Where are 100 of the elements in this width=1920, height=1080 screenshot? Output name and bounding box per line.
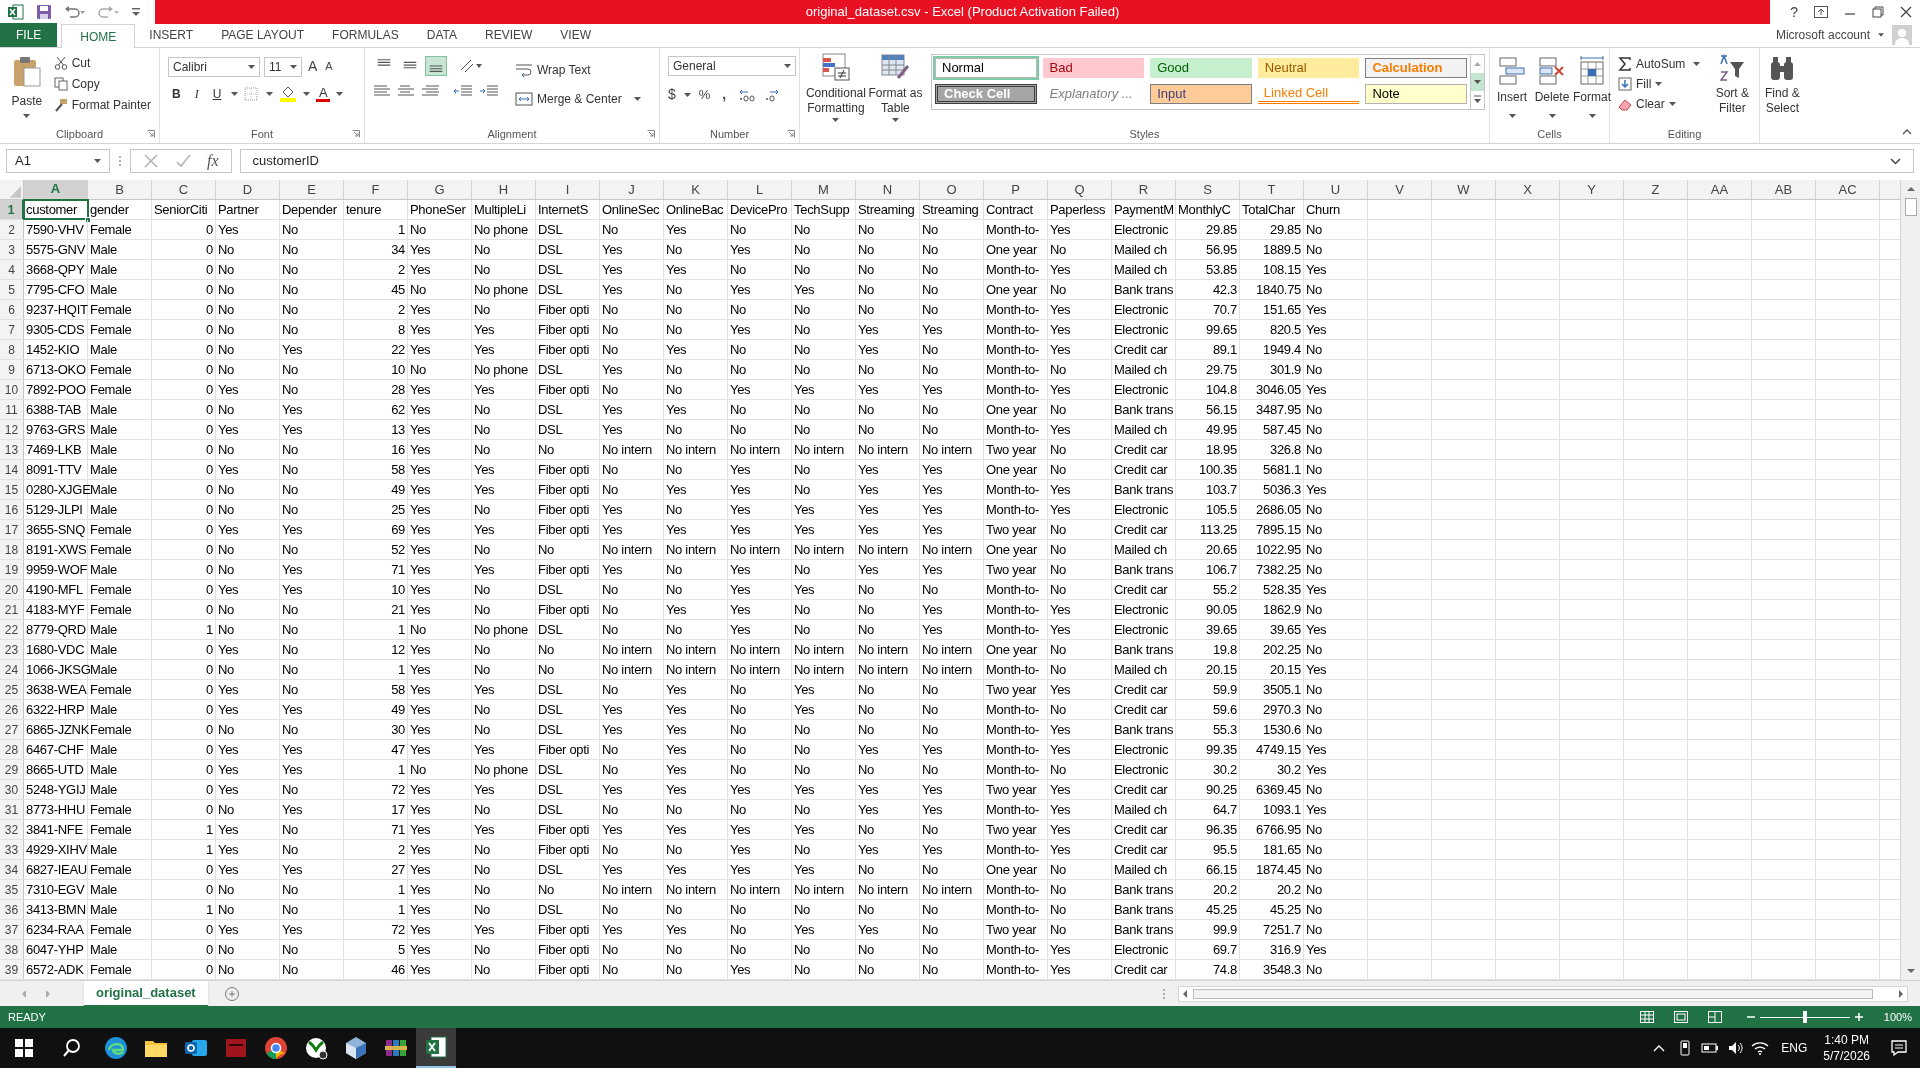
new-sheet-icon[interactable] xyxy=(223,985,240,1002)
language-indicator[interactable]: ENG xyxy=(1781,1039,1808,1057)
row-header[interactable]: 10 xyxy=(0,380,24,399)
caret-icon[interactable] xyxy=(94,159,101,163)
close-icon[interactable] xyxy=(1900,6,1912,18)
caret-icon[interactable] xyxy=(336,92,344,96)
row-header[interactable]: 7 xyxy=(0,320,24,339)
merge-center-button[interactable]: Merge & Center xyxy=(511,89,645,108)
caret-icon[interactable] xyxy=(891,118,899,122)
currency-button[interactable]: $ xyxy=(668,84,676,105)
caret-icon[interactable] xyxy=(303,92,311,96)
dialog-launcher-icon[interactable] xyxy=(147,130,155,138)
shrink-font-button[interactable]: A xyxy=(323,58,335,75)
column-header[interactable]: J xyxy=(600,180,664,199)
name-box[interactable]: A1 xyxy=(6,149,110,173)
row-header[interactable]: 26 xyxy=(0,700,24,719)
caret-icon[interactable] xyxy=(266,92,274,96)
column-header[interactable]: AB xyxy=(1752,180,1816,199)
column-header[interactable]: X xyxy=(1496,180,1560,199)
find-select-button[interactable]: Find & Select xyxy=(1760,54,1805,125)
caret-icon[interactable] xyxy=(248,64,255,69)
caret-icon[interactable] xyxy=(1693,61,1701,66)
format-as-table-button[interactable]: Format as Table xyxy=(867,52,923,125)
caret-icon[interactable] xyxy=(633,96,641,101)
row-header[interactable]: 15 xyxy=(0,480,24,499)
caret-icon[interactable] xyxy=(1655,81,1663,86)
tray-expand-icon[interactable] xyxy=(1653,1044,1666,1052)
column-header[interactable]: U xyxy=(1304,180,1368,199)
row-header[interactable]: 37 xyxy=(0,920,24,939)
battery-icon[interactable] xyxy=(1701,1041,1720,1055)
help-button[interactable]: ? xyxy=(1790,1,1798,23)
ribbon-tab[interactable]: FILE xyxy=(0,23,58,47)
ribbon-tab[interactable]: HOME xyxy=(61,24,136,48)
column-header[interactable]: I xyxy=(536,180,600,199)
percent-button[interactable]: % xyxy=(698,84,711,105)
formula-input-field[interactable]: customerID xyxy=(239,149,1914,173)
collapse-ribbon-icon[interactable] xyxy=(1902,129,1912,135)
column-header[interactable]: M xyxy=(792,180,856,199)
format-button[interactable]: Format xyxy=(1574,56,1610,125)
column-header[interactable]: Q xyxy=(1048,180,1112,199)
row-header[interactable]: 5 xyxy=(0,280,24,299)
ribbon-tab[interactable]: REVIEW xyxy=(471,23,547,47)
column-header[interactable]: D xyxy=(216,180,280,199)
row-header[interactable]: 18 xyxy=(0,540,24,559)
caret-icon[interactable] xyxy=(290,64,297,69)
page-break-icon[interactable] xyxy=(1707,1011,1722,1023)
column-header[interactable]: L xyxy=(728,180,792,199)
row-header[interactable]: 34 xyxy=(0,860,24,879)
cell-style-option[interactable]: Input xyxy=(1150,84,1252,104)
row-header[interactable]: 17 xyxy=(0,520,24,539)
row-header[interactable]: 27 xyxy=(0,720,24,739)
wrap-text-button[interactable]: Wrap Text xyxy=(511,60,645,79)
column-header[interactable]: N xyxy=(856,180,920,199)
dialog-launcher-icon[interactable] xyxy=(647,130,655,138)
row-header[interactable]: 24 xyxy=(0,660,24,679)
row-header[interactable]: 1 xyxy=(0,200,24,219)
ribbon-tab[interactable]: DATA xyxy=(412,23,471,47)
row-header[interactable]: 31 xyxy=(0,800,24,819)
column-header[interactable]: V xyxy=(1368,180,1432,199)
column-header[interactable]: AC xyxy=(1816,180,1880,199)
cell-style-option[interactable]: Good xyxy=(1150,58,1252,78)
volume-icon[interactable] xyxy=(1727,1040,1744,1056)
notifications-icon[interactable] xyxy=(1890,1039,1908,1057)
row-header[interactable]: 2 xyxy=(0,220,24,239)
column-header[interactable]: AA xyxy=(1688,180,1752,199)
clear-button[interactable]: Clear xyxy=(1614,94,1705,113)
underline-button[interactable]: U xyxy=(208,85,226,103)
scrollbar-thumb[interactable] xyxy=(1904,198,1917,216)
font-size-field[interactable]: 11 xyxy=(264,56,302,77)
ribbon-tab[interactable]: VIEW xyxy=(546,23,605,47)
italic-button[interactable]: I xyxy=(190,85,203,103)
column-header[interactable]: S xyxy=(1176,180,1240,199)
insert-function-button[interactable]: fx xyxy=(207,149,219,173)
column-header[interactable]: A xyxy=(24,180,88,199)
autosum-button[interactable]: AutoSum xyxy=(1614,54,1705,73)
caret-icon[interactable] xyxy=(832,118,840,122)
scroll-down-icon[interactable] xyxy=(1471,73,1484,91)
paste-button[interactable]: Paste xyxy=(4,52,50,125)
font-name-field[interactable]: Calibri xyxy=(168,56,260,77)
restore-icon[interactable] xyxy=(1872,6,1884,18)
row-header[interactable]: 12 xyxy=(0,420,24,439)
delete-button[interactable]: Delete xyxy=(1534,56,1570,125)
start-icon[interactable] xyxy=(15,1039,33,1057)
cell-style-option[interactable]: Neutral xyxy=(1257,58,1360,78)
caret-icon[interactable] xyxy=(784,64,791,68)
row-header[interactable]: 8 xyxy=(0,340,24,359)
taskbar-button[interactable] xyxy=(416,1028,456,1068)
row-header[interactable]: 30 xyxy=(0,780,24,799)
ribbon-display-icon[interactable] xyxy=(1814,6,1828,18)
wifi-icon[interactable] xyxy=(1751,1040,1770,1056)
cell-style-option[interactable]: Bad xyxy=(1042,58,1145,78)
search-icon[interactable] xyxy=(62,1038,82,1058)
undo-icon[interactable] xyxy=(64,5,86,19)
ribbon-tab[interactable]: INSERT xyxy=(135,23,208,47)
number-format-field[interactable]: General xyxy=(668,56,796,76)
clock[interactable]: 1:40 PM 5/7/2026 xyxy=(1823,1032,1870,1064)
row-header[interactable]: 32 xyxy=(0,820,24,839)
row-header[interactable]: 25 xyxy=(0,680,24,699)
bold-button[interactable]: B xyxy=(168,85,185,103)
fill-button[interactable]: Fill xyxy=(1614,74,1705,93)
